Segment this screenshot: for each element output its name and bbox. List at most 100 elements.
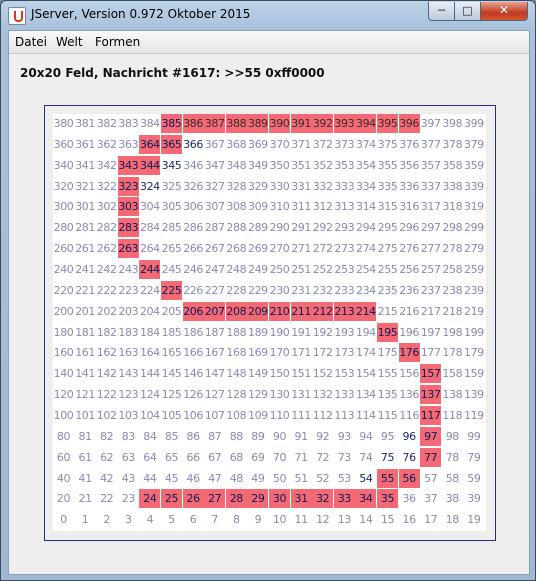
grid-cell[interactable]: 261 [75, 239, 96, 258]
grid-cell[interactable]: 220 [53, 281, 74, 300]
grid-cell[interactable]: 17 [420, 510, 441, 529]
grid-cell[interactable]: 225 [161, 280, 182, 300]
grid-cell[interactable]: 173 [334, 343, 355, 362]
grid-cell[interactable]: 188 [226, 323, 247, 342]
grid-cell[interactable]: 293 [334, 218, 355, 237]
grid-cell[interactable]: 268 [226, 239, 247, 258]
grid-cell[interactable]: 276 [399, 239, 420, 258]
grid-cell[interactable]: 51 [291, 469, 312, 488]
grid-cell[interactable]: 231 [291, 281, 312, 300]
grid-cell[interactable]: 390 [269, 114, 290, 133]
grid-cell[interactable]: 102 [96, 406, 117, 425]
grid-cell[interactable]: 374 [355, 135, 376, 154]
grid-cell[interactable]: 124 [139, 385, 160, 404]
grid-cell[interactable]: 169 [247, 343, 268, 362]
grid-cell[interactable]: 265 [161, 239, 182, 258]
grid-cell[interactable]: 228 [226, 281, 247, 300]
grid-cell[interactable]: 34 [355, 489, 377, 509]
grid-cell[interactable]: 195 [377, 322, 398, 342]
grid-cell[interactable]: 16 [399, 510, 420, 529]
grid-cell[interactable]: 298 [442, 218, 463, 237]
grid-cell[interactable]: 145 [161, 364, 182, 383]
grid-cell[interactable]: 280 [53, 218, 74, 237]
grid-cell[interactable]: 346 [183, 156, 204, 175]
grid-cell[interactable]: 89 [247, 427, 268, 446]
grid-cell[interactable]: 364 [139, 134, 161, 154]
grid-cell[interactable]: 186 [183, 323, 204, 342]
grid-cell[interactable]: 63 [118, 448, 139, 467]
grid-cell[interactable]: 284 [139, 218, 160, 237]
grid-cell[interactable]: 289 [247, 218, 268, 237]
grid-cell[interactable]: 398 [442, 114, 463, 133]
grid-cell[interactable]: 160 [53, 343, 74, 362]
grid-cell[interactable]: 84 [139, 427, 160, 446]
grid-cell[interactable]: 217 [420, 302, 441, 321]
grid-cell[interactable]: 209 [247, 301, 269, 321]
grid-cell[interactable]: 325 [161, 177, 182, 196]
grid-cell[interactable]: 83 [118, 427, 139, 446]
grid-cell[interactable]: 75 [377, 448, 398, 467]
grid-cell[interactable]: 131 [291, 385, 312, 404]
grid-cell[interactable]: 233 [334, 281, 355, 300]
grid-cell[interactable]: 348 [226, 156, 247, 175]
grid-cell[interactable]: 336 [399, 177, 420, 196]
grid-cell[interactable]: 134 [355, 385, 376, 404]
grid-cell[interactable]: 375 [377, 135, 398, 154]
grid-cell[interactable]: 307 [204, 197, 225, 216]
grid-cell[interactable]: 352 [312, 156, 333, 175]
grid-cell[interactable]: 0 [53, 510, 74, 529]
grid-cell[interactable]: 4 [139, 510, 160, 529]
grid-cell[interactable]: 117 [420, 405, 442, 425]
grid-cell[interactable]: 196 [399, 323, 420, 342]
grid-cell[interactable]: 165 [161, 343, 182, 362]
grid-cell[interactable]: 350 [269, 156, 290, 175]
grid-cell[interactable]: 215 [377, 302, 398, 321]
grid-cell[interactable]: 214 [355, 301, 377, 321]
grid-cell[interactable]: 367 [204, 135, 225, 154]
grid-cell[interactable]: 136 [399, 385, 420, 404]
grid-cell[interactable]: 126 [183, 385, 204, 404]
grid-cell[interactable]: 315 [377, 197, 398, 216]
grid-cell[interactable]: 49 [247, 469, 268, 488]
grid-cell[interactable]: 351 [291, 156, 312, 175]
grid-cell[interactable]: 256 [399, 260, 420, 279]
grid-cell[interactable]: 133 [334, 385, 355, 404]
grid-cell[interactable]: 167 [204, 343, 225, 362]
grid-cell[interactable]: 59 [463, 469, 484, 488]
grid-cell[interactable]: 62 [96, 448, 117, 467]
grid-cell[interactable]: 389 [247, 114, 269, 133]
grid-cell[interactable]: 100 [53, 406, 74, 425]
grid-cell[interactable]: 142 [96, 364, 117, 383]
grid-cell[interactable]: 44 [139, 469, 160, 488]
grid-cell[interactable]: 301 [75, 197, 96, 216]
grid-cell[interactable]: 82 [96, 427, 117, 446]
grid-cell[interactable]: 343 [117, 155, 139, 175]
grid-cell[interactable]: 143 [118, 364, 139, 383]
grid-cell[interactable]: 95 [377, 427, 398, 446]
grid-cell[interactable]: 243 [118, 260, 139, 279]
grid-cell[interactable]: 36 [399, 489, 420, 508]
grid-cell[interactable]: 216 [399, 302, 420, 321]
grid-cell[interactable]: 129 [247, 385, 268, 404]
grid-cell[interactable]: 249 [247, 260, 268, 279]
grid-cell[interactable]: 277 [420, 239, 441, 258]
grid-cell[interactable]: 31 [290, 489, 312, 509]
grid-cell[interactable]: 242 [96, 260, 117, 279]
grid-cell[interactable]: 187 [204, 323, 225, 342]
grid-cell[interactable]: 130 [269, 385, 290, 404]
grid-cell[interactable]: 146 [183, 364, 204, 383]
grid-cell[interactable]: 273 [334, 239, 355, 258]
grid-cell[interactable]: 329 [247, 177, 268, 196]
grid-cell[interactable]: 116 [399, 406, 420, 425]
grid-cell[interactable]: 76 [399, 448, 420, 467]
grid-cell[interactable]: 288 [226, 218, 247, 237]
grid-cell[interactable]: 363 [118, 135, 139, 154]
grid-cell[interactable]: 361 [75, 135, 96, 154]
grid-cell[interactable]: 198 [442, 323, 463, 342]
grid-cell[interactable]: 147 [204, 364, 225, 383]
grid-cell[interactable]: 71 [291, 448, 312, 467]
grid-cell[interactable]: 369 [247, 135, 268, 154]
grid-cell[interactable]: 154 [355, 364, 376, 383]
grid-cell[interactable]: 310 [269, 197, 290, 216]
grid-cell[interactable]: 121 [75, 385, 96, 404]
